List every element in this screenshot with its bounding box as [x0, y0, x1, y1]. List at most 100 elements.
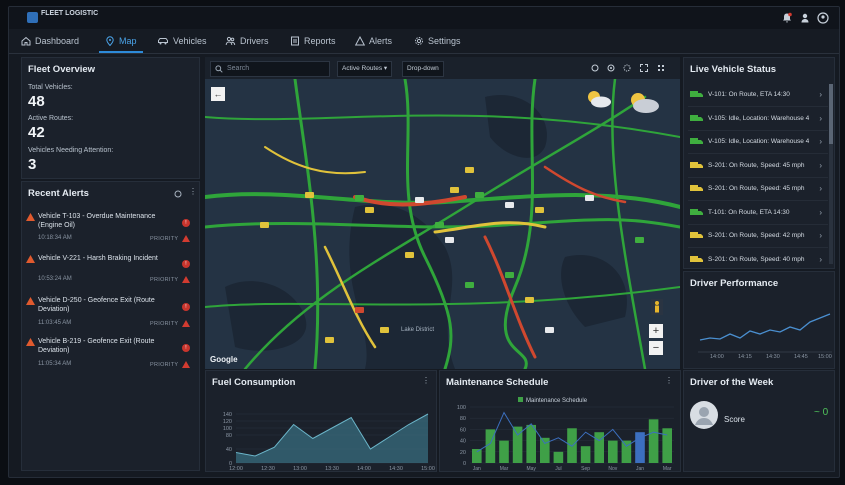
x-tick: Jan — [473, 466, 481, 471]
vehicle-status-row[interactable]: S-201: On Route, Speed: 40 mph › — [688, 249, 828, 272]
priority-warning-icon — [182, 361, 190, 368]
street-view-icon[interactable] — [651, 299, 663, 315]
vehicle-marker — [635, 237, 644, 243]
x-tick: 15:00 — [818, 354, 832, 360]
alert-badge: ! — [182, 344, 190, 352]
truck-logo-icon — [27, 12, 38, 23]
alert-icon — [354, 35, 366, 46]
x-tick: Jan — [636, 466, 644, 471]
fleet-map[interactable]: Search Active Routes ▾ Drop-down ← Lake … — [205, 57, 680, 369]
vehicle-marker — [585, 195, 594, 201]
chevron-right-icon: › — [819, 160, 822, 170]
layers-icon[interactable] — [607, 64, 615, 72]
vehicle-status-row[interactable]: S-201: On Route, Speed: 45 mph › — [688, 178, 828, 201]
vehicle-status-row[interactable]: V-105: Idle, Location: Warehouse 4 › — [688, 131, 828, 154]
vehicle-marker — [525, 297, 534, 303]
alert-item[interactable]: Vehicle V-221 - Harsh Braking Incident 1… — [26, 254, 192, 292]
map-search-input[interactable]: Search — [210, 61, 330, 77]
x-tick: 14:00 — [710, 354, 724, 360]
nav-map-label: Map — [119, 36, 137, 46]
active-routes-label: Active Routes: — [28, 115, 74, 122]
alert-item[interactable]: Vehicle D-250 - Geofence Exit (Route Dev… — [26, 296, 192, 334]
chevron-right-icon: › — [819, 254, 822, 264]
fuel-area — [236, 414, 428, 463]
vehicle-status-text: S-201: On Route, Speed: 40 mph — [708, 255, 805, 263]
active-routes-filter[interactable]: Active Routes ▾ — [337, 61, 393, 77]
vehicle-status-row[interactable]: V-101: On Route, ETA 14:30 › — [688, 84, 828, 107]
driver-performance-chart — [698, 313, 832, 353]
alert-priority: PRIORITY — [150, 321, 179, 327]
maintenance-chart: 0 20 40 60 80 100 Jan Mar May Jul Sep Nov Jan Mar — [457, 405, 674, 471]
alert-priority: PRIORITY — [150, 236, 179, 242]
chevron-right-icon: › — [819, 207, 822, 217]
chevron-right-icon: › — [819, 113, 822, 123]
search-icon — [215, 65, 223, 73]
priority-warning-icon — [182, 235, 190, 242]
alert-badge: ! — [182, 219, 190, 227]
alert-item[interactable]: Vehicle B-219 - Geofence Exit (Route Dev… — [26, 337, 192, 375]
y-tick: 80 — [226, 433, 232, 439]
grid-icon[interactable] — [657, 64, 665, 72]
vehicle-status-text: V-105: Idle, Location: Warehouse 4 — [708, 114, 810, 122]
total-vehicles-value: 48 — [28, 93, 45, 110]
fleet-overview-title: Fleet Overview — [28, 64, 96, 75]
total-vehicles-label: Total Vehicles: — [28, 84, 73, 91]
vehicle-status-row[interactable]: V-105: Idle, Location: Warehouse 4 › — [688, 108, 828, 131]
priority-warning-icon — [182, 276, 190, 283]
nav-vehicles-label: Vehicles — [173, 36, 207, 46]
map-settings-icon[interactable] — [623, 64, 631, 72]
y-tick: 80 — [460, 416, 466, 422]
scrollbar[interactable] — [829, 84, 833, 264]
x-tick: Mar — [500, 466, 509, 471]
maintenance-bar — [553, 451, 564, 463]
top-actions — [771, 12, 831, 24]
vehicle-status-row[interactable]: S-201: On Route, Speed: 45 mph › — [688, 155, 828, 178]
truck-icon — [690, 255, 703, 264]
refresh-icon[interactable] — [174, 190, 182, 198]
more-options-icon[interactable]: ⋮ — [189, 187, 197, 196]
nav-settings[interactable]: Settings — [414, 29, 461, 53]
maintenance-bar — [608, 440, 618, 463]
vehicle-status-text: V-105: Idle, Location: Warehouse 4 — [708, 138, 810, 145]
driver-avatar[interactable] — [690, 401, 718, 429]
driver-performance-panel: Driver Performance 14:00 14:15 14:30 14:… — [683, 271, 835, 369]
nav-map[interactable]: Map — [99, 29, 142, 53]
alert-time: 11:05:34 AM — [38, 361, 72, 367]
vehicle-marker — [380, 327, 389, 333]
truck-icon — [690, 91, 703, 99]
vehicle-status-row[interactable]: S-201: On Route, Speed: 42 mph › — [688, 225, 828, 248]
fullscreen-icon[interactable] — [640, 64, 648, 72]
alert-item[interactable]: Vehicle T-103 - Overdue Maintenance (Eng… — [26, 212, 192, 250]
vehicle-status-text: V-101: On Route, ETA 14:30 — [708, 91, 790, 98]
nav-reports[interactable]: Reports — [290, 29, 336, 53]
y-tick: 40 — [460, 439, 466, 445]
y-tick: 100 — [223, 426, 232, 432]
map-back-button[interactable]: ← — [211, 87, 225, 101]
locate-icon[interactable] — [591, 64, 599, 72]
vehicle-status-row[interactable]: T-101: On Route, ETA 14:30 › — [688, 202, 828, 225]
nav-dashboard[interactable]: Dashboard — [21, 29, 79, 53]
driver-of-week-panel: Driver of the Week Score ~ 0 — [683, 370, 835, 472]
app-logo[interactable]: FLEET LOGISTIC — [27, 10, 98, 26]
attention-value: 3 — [28, 156, 37, 173]
home-icon — [21, 36, 31, 46]
x-tick: 13:00 — [293, 466, 307, 471]
zoom-out-button[interactable]: − — [649, 341, 663, 355]
nav-vehicles[interactable]: Vehicles — [157, 29, 207, 53]
nav-alerts[interactable]: Alerts — [354, 29, 392, 53]
vehicle-status-text: T-101: On Route, ETA 14:30 — [708, 208, 790, 216]
zoom-in-button[interactable]: + — [649, 324, 663, 338]
map-dropdown-filter[interactable]: Drop-down — [402, 61, 444, 77]
x-tick: Mar — [663, 466, 672, 471]
bell-icon[interactable] — [781, 12, 793, 24]
vehicle-marker — [465, 282, 474, 288]
maintenance-bar — [499, 440, 509, 463]
user-icon[interactable] — [799, 12, 811, 24]
car-icon — [158, 38, 168, 45]
truck-icon — [690, 232, 703, 240]
account-circle-icon[interactable] — [817, 12, 829, 24]
nav-drivers[interactable]: Drivers — [225, 29, 269, 53]
driver-week-title: Driver of the Week — [690, 377, 774, 388]
x-tick: 14:30 — [389, 466, 403, 471]
nav-reports-label: Reports — [304, 36, 336, 46]
